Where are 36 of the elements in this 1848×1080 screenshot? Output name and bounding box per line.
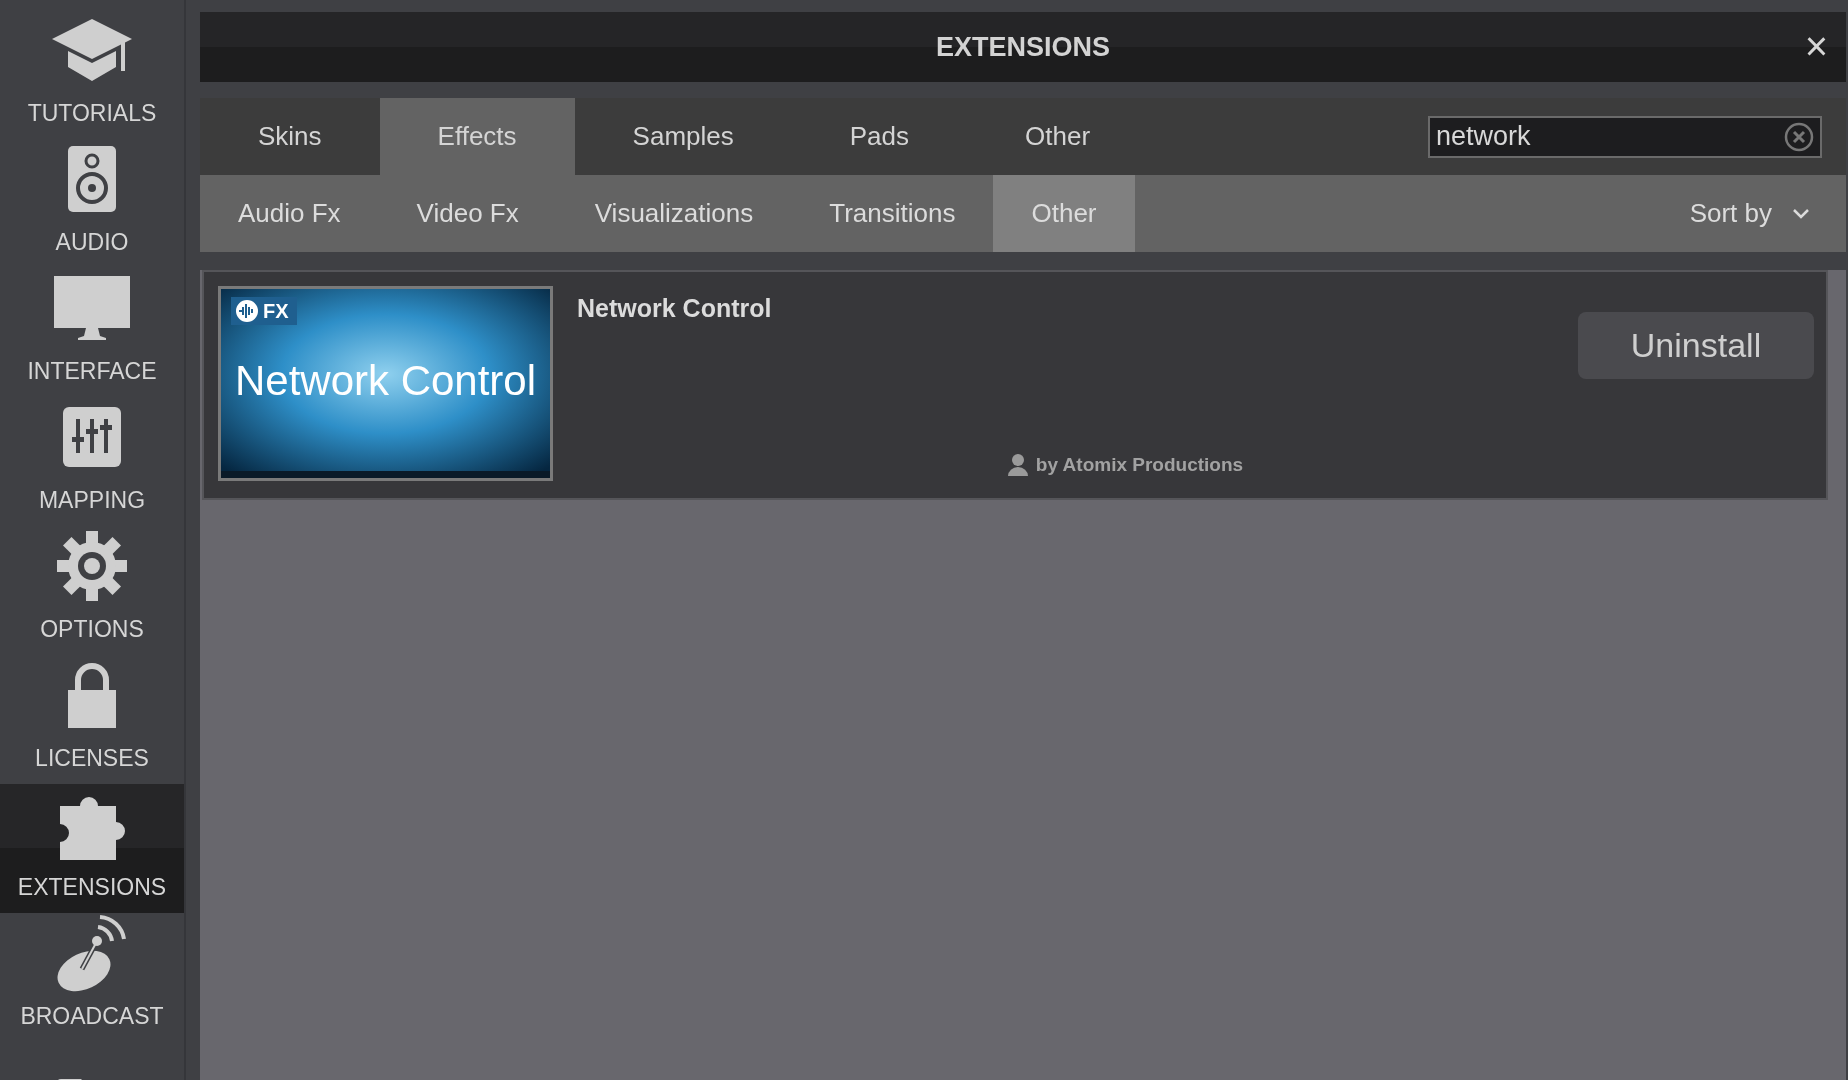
- uninstall-button[interactable]: Uninstall: [1578, 312, 1814, 379]
- sidebar-item[interactable]: BROADCAST: [0, 913, 184, 1042]
- gear-icon: [57, 531, 127, 601]
- graduation-cap-icon: [50, 17, 134, 83]
- sidebar-item[interactable]: AUDIO: [0, 139, 184, 268]
- waveform-icon: [235, 299, 259, 323]
- sidebar-item[interactable]: OPTIONS: [0, 526, 184, 655]
- person-icon: [1007, 454, 1028, 476]
- subcategory-tab[interactable]: Video Fx: [378, 175, 557, 252]
- speaker-icon: [68, 146, 116, 212]
- sidebar-item[interactable]: TUTORIALS: [0, 10, 184, 139]
- category-tab[interactable]: Pads: [791, 98, 967, 175]
- search-field[interactable]: network: [1428, 115, 1822, 158]
- monitor-icon: [54, 276, 130, 340]
- sidebar-item[interactable]: LICENSES: [0, 655, 184, 784]
- category-tab[interactable]: Other: [967, 98, 1149, 175]
- sidebar-item[interactable]: EXTENSIONS: [0, 784, 184, 913]
- lock-icon: [68, 662, 116, 728]
- category-tab[interactable]: Effects: [379, 98, 575, 175]
- thumbnail-caption: Network Control: [233, 357, 538, 405]
- subcategory-tab[interactable]: Transitions: [791, 175, 994, 252]
- category-tab[interactable]: Skins: [200, 98, 380, 175]
- chevron-down-icon: [1792, 207, 1810, 220]
- close-button[interactable]: ×: [1800, 26, 1832, 66]
- author-text: by Atomix Productions: [1035, 454, 1244, 476]
- sidebar-item[interactable]: MAPPING: [0, 397, 184, 526]
- extension-title: Network Control: [577, 294, 773, 323]
- sort-dropdown[interactable]: Sort by: [1683, 197, 1816, 230]
- subcategory-tab[interactable]: Visualizations: [556, 175, 792, 252]
- subcategory-tab[interactable]: Audio Fx: [200, 175, 379, 252]
- mixer-icon: [63, 407, 121, 467]
- sidebar-item[interactable]: INTERFACE: [0, 268, 184, 397]
- category-tab[interactable]: Samples: [574, 98, 792, 175]
- fx-badge: FX: [231, 297, 297, 325]
- window-title: EXTENSIONS: [935, 31, 1110, 63]
- clear-icon[interactable]: [1784, 121, 1814, 152]
